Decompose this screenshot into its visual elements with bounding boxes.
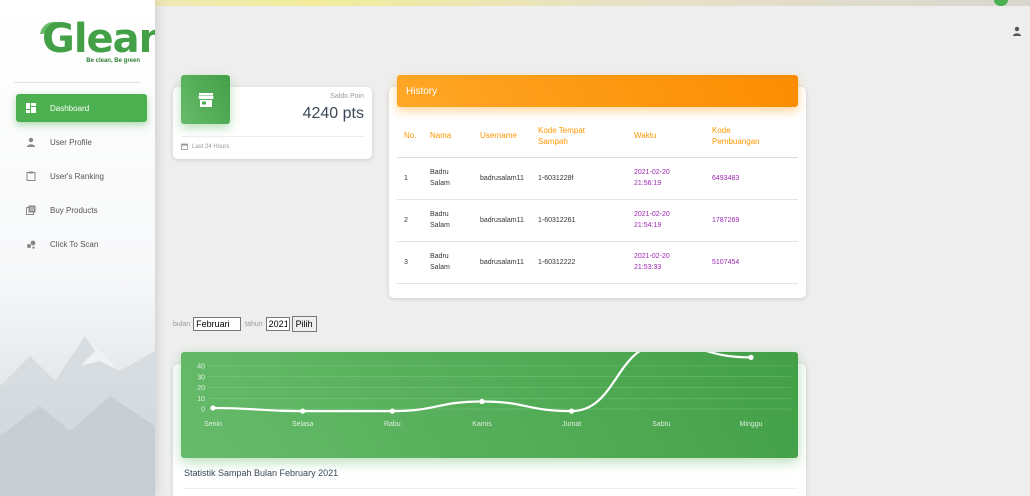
- column-header: Kode Tempat Sampah: [531, 115, 627, 158]
- data-point: [479, 398, 485, 405]
- cell-no: 3: [397, 241, 423, 284]
- chart-card: 0 10 20 30 40 Senin Selasa Rabu Kamis Jumat Sabtu M…: [173, 352, 806, 496]
- sidebar-item-label: User's Ranking: [50, 171, 104, 181]
- data-point: [300, 408, 306, 414]
- person-icon: [26, 137, 36, 147]
- cell-nama: Badru Salam: [423, 157, 473, 200]
- table-header-row: No. Nama Username Kode Tempat Sampah Wak…: [397, 115, 798, 158]
- cell-nama: Badru Salam: [423, 199, 473, 242]
- saldo-label: Saldo Poin: [330, 93, 364, 100]
- x-tick-label: Kamis: [472, 421, 492, 428]
- clipboard-icon: [26, 171, 36, 181]
- y-tick-label: 10: [197, 396, 205, 403]
- column-header: Kode Pembuangan: [705, 115, 798, 158]
- history-header: History: [397, 75, 798, 107]
- column-header: Username: [473, 115, 531, 158]
- sidebar-nav: Dashboard User Profile User's Ranking Bu…: [16, 94, 147, 264]
- saldo-footer-text: Last 24 Hours: [192, 143, 230, 150]
- x-tick-label: Sabtu: [652, 421, 670, 428]
- table-row: 3 Badru Salam badrusalam11 1-60312222 20…: [397, 241, 798, 284]
- x-tick-label: Jumat: [562, 421, 581, 428]
- sidebar-item-users-ranking[interactable]: User's Ranking: [16, 162, 147, 190]
- y-tick-label: 30: [197, 374, 205, 381]
- sidebar-item-label: Dashboard: [50, 103, 90, 113]
- data-point: [748, 354, 754, 360]
- history-table: No. Nama Username Kode Tempat Sampah Wak…: [397, 115, 798, 284]
- cell-kode-pembuangan: 1787269: [705, 199, 798, 242]
- column-header: Waktu: [627, 115, 705, 158]
- store-icon: [181, 75, 230, 124]
- data-point: [210, 405, 216, 411]
- tahun-label: tahun: [245, 320, 263, 328]
- history-title: History: [406, 86, 438, 97]
- glean-logo[interactable]: Glean Be clean, Be green: [36, 16, 155, 68]
- x-tick-label: Rabu: [384, 421, 401, 428]
- x-tick-label: Selasa: [292, 421, 314, 428]
- cell-username: badrusalam11: [473, 199, 531, 242]
- logo-text: Glean: [42, 16, 155, 62]
- bubble-chart-icon: [26, 239, 36, 249]
- x-tick-label: Senin: [204, 421, 222, 428]
- cell-username: badrusalam11: [473, 241, 531, 284]
- sidebar-item-click-to-scan[interactable]: Click To Scan: [16, 230, 147, 258]
- tahun-input[interactable]: [265, 317, 290, 331]
- data-point: [389, 408, 395, 414]
- cell-username: badrusalam11: [473, 157, 531, 200]
- y-tick-label: 0: [201, 407, 205, 414]
- y-tick-label: 20: [197, 385, 205, 392]
- chart-header: 0 10 20 30 40 Senin Selasa Rabu Kamis Jumat Sabtu M…: [181, 352, 798, 458]
- cell-kode-tempat: 1-60312222: [531, 241, 627, 284]
- cell-waktu: 2021-02-20 21:54:19: [627, 199, 705, 242]
- logo-tagline: Be clean, Be green: [86, 58, 140, 64]
- sidebar-divider: [14, 82, 141, 83]
- data-point: [569, 408, 575, 414]
- avatar[interactable]: [994, 0, 1008, 6]
- cell-no: 1: [397, 157, 423, 200]
- table-row: 1 Badru Salam badrusalam11 1-6031228f 20…: [397, 157, 798, 200]
- cell-kode-tempat: 1-6031228f: [531, 157, 627, 200]
- x-tick-label: Minggu: [740, 421, 763, 428]
- cell-kode-pembuangan: 5107454: [705, 241, 798, 284]
- dashboard-icon: [26, 103, 36, 113]
- card-divider: [181, 136, 364, 137]
- saldo-poin-card: Saldo Poin 4240 pts Last 24 Hours: [173, 75, 372, 159]
- cell-no: 2: [397, 199, 423, 242]
- sidebar-item-label: Buy Products: [50, 205, 98, 215]
- cell-nama: Badru Salam: [423, 241, 473, 284]
- sidebar-item-user-profile[interactable]: User Profile: [16, 128, 147, 156]
- saldo-footer: Last 24 Hours: [181, 143, 229, 150]
- history-card: History No. Nama Username Kode Tempat Sa…: [389, 75, 806, 298]
- chart-card-title: Statistik Sampah Bulan February 2021: [184, 468, 339, 478]
- sidebar-item-label: Click To Scan: [50, 239, 99, 249]
- month-year-filter: bulan tahun Pilih: [173, 316, 317, 332]
- column-header: Nama: [423, 115, 473, 158]
- table-row: 2 Badru Salam badrusalam11 1-60312261 20…: [397, 199, 798, 242]
- line-chart: 0 10 20 30 40 Senin Selasa Rabu Kamis Jumat Sabtu M…: [197, 352, 791, 428]
- library-icon: [26, 205, 36, 215]
- person-icon[interactable]: [1012, 26, 1022, 36]
- pilih-button[interactable]: Pilih: [291, 316, 317, 332]
- cell-kode-tempat: 1-60312261: [531, 199, 627, 242]
- card-divider: [184, 488, 798, 489]
- cell-waktu: 2021-02-20 21:53:33: [627, 241, 705, 284]
- sidebar-item-dashboard[interactable]: Dashboard: [16, 94, 147, 122]
- saldo-value: 4240 pts: [302, 105, 364, 122]
- sidebar-item-label: User Profile: [50, 137, 92, 147]
- bulan-input[interactable]: [193, 317, 242, 331]
- y-tick-label: 40: [197, 364, 205, 371]
- cell-waktu: 2021-02-20 21:56:19: [627, 157, 705, 200]
- bulan-label: bulan: [173, 320, 191, 328]
- sidebar-item-buy-products[interactable]: Buy Products: [16, 196, 147, 224]
- sidebar: Glean Be clean, Be green Dashboard User …: [0, 0, 155, 496]
- sidebar-mountain-background: [0, 336, 155, 496]
- cell-kode-pembuangan: 6493483: [705, 157, 798, 200]
- column-header: No.: [397, 115, 423, 158]
- calendar-icon: [181, 143, 188, 150]
